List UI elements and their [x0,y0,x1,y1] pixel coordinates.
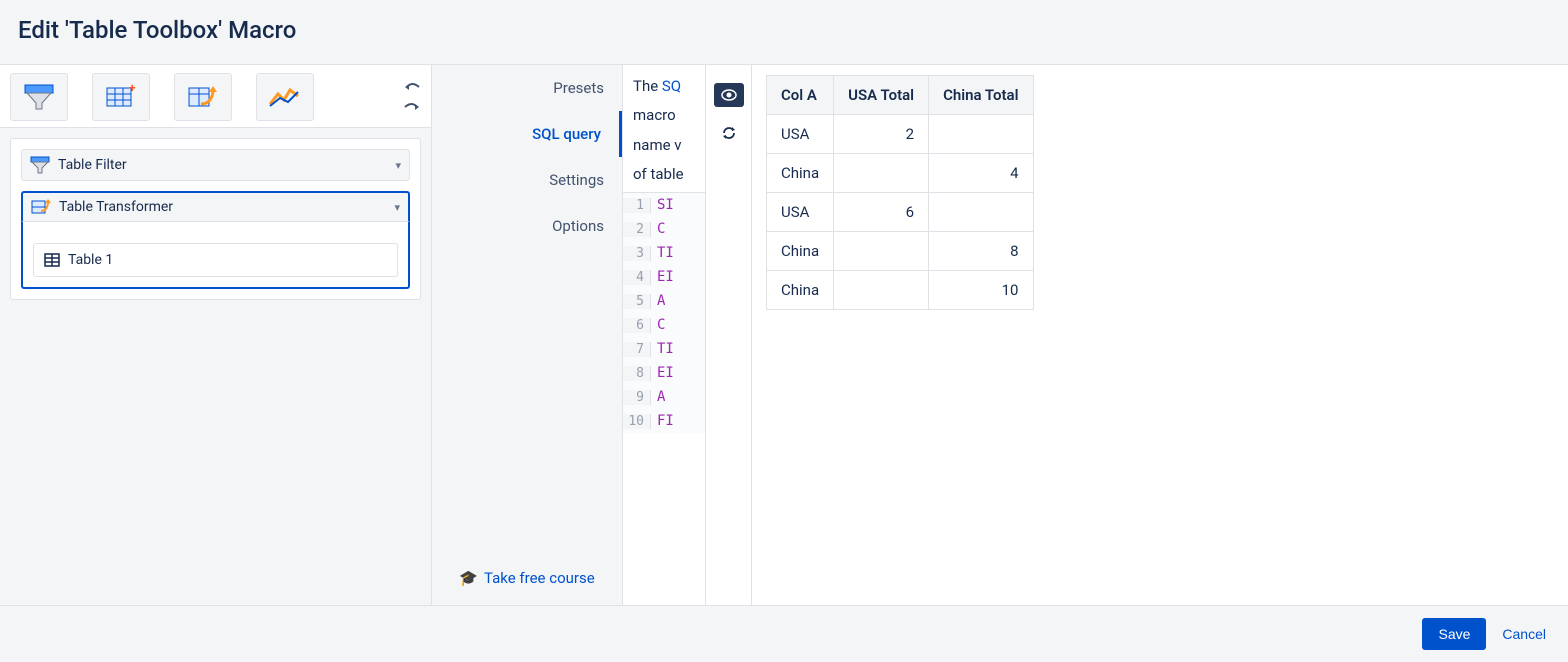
sql-link[interactable]: SQ [662,77,681,95]
page-title: Edit 'Table Toolbox' Macro [18,16,1550,44]
funnel-icon [23,83,55,111]
node-label: Table Filter [58,157,127,173]
editor-description-line: name v [623,134,705,163]
tool-filter-button[interactable] [10,73,68,121]
node-body-transformer: Table 1 [21,221,410,289]
cancel-button[interactable]: Cancel [1502,618,1546,650]
cell: China [767,232,834,271]
main: + [0,65,1568,605]
cell: 4 [929,154,1033,193]
tab-settings[interactable]: Settings [432,157,622,203]
col-header: Col A [767,76,834,115]
macro-tree: Table Filter ▾ Table Transformer ▾ [0,128,431,310]
cell [929,193,1033,232]
svg-text:+: + [129,84,136,95]
left-panel: + [0,65,432,605]
undo-redo-group [403,82,421,112]
tab-sql-query[interactable]: SQL query [432,111,622,157]
table-item-label: Table 1 [68,252,113,268]
cell [834,232,929,271]
cell: USA [767,193,834,232]
tab-presets[interactable]: Presets [432,65,622,111]
redo-icon[interactable] [403,102,421,112]
tool-transform-button[interactable] [174,73,232,121]
table-row: USA 2 [767,115,1034,154]
table-row: China 8 [767,232,1034,271]
preview-table: Col A USA Total China Total USA 2 China … [766,75,1034,310]
refresh-icon [721,125,737,141]
editor-description-line: of table [623,163,705,192]
node-table-transformer[interactable]: Table Transformer ▾ [21,191,410,222]
titlebar: Edit 'Table Toolbox' Macro [0,0,1568,65]
code-editor[interactable]: 1SI 2C 3TI 4EI 5A 6C 7TI 8EI 9A 10FI [623,192,705,433]
col-header: China Total [929,76,1033,115]
cell: 6 [834,193,929,232]
node-label: Table Transformer [59,199,173,215]
tabs-column: Presets SQL query Settings Options 🎓Take… [432,65,622,605]
cell: 2 [834,115,929,154]
cell: 8 [929,232,1033,271]
cell: China [767,271,834,310]
table-item[interactable]: Table 1 [33,243,398,277]
table-row: China 4 [767,154,1034,193]
chevron-down-icon: ▾ [395,159,401,172]
table-small-icon [44,253,60,267]
arrow-table-icon [187,84,219,110]
cell [929,115,1033,154]
tab-options[interactable]: Options [432,203,622,249]
editor-description-line: macro [623,104,705,133]
editor-column: The SQ macro name v of table 1SI 2C 3TI … [622,65,706,605]
cell: USA [767,115,834,154]
tree-card: Table Filter ▾ Table Transformer ▾ [10,138,421,300]
chevron-down-icon: ▾ [394,201,400,214]
graduation-cap-icon: 🎓 [459,569,478,587]
table-row: China 10 [767,271,1034,310]
undo-icon[interactable] [403,82,421,92]
node-table-filter[interactable]: Table Filter ▾ [21,149,410,181]
cell [834,271,929,310]
refresh-button[interactable] [721,125,737,141]
col-header: USA Total [834,76,929,115]
footer: Save Cancel [0,605,1568,662]
transform-small-icon [31,199,51,215]
preview-area: Col A USA Total China Total USA 2 China … [752,65,1568,605]
take-free-course-link[interactable]: 🎓Take free course [432,557,622,605]
preview-controls [706,65,752,605]
tool-chart-button[interactable] [256,73,314,121]
chart-icon [268,84,302,110]
tool-add-table-button[interactable]: + [92,73,150,121]
cell: China [767,154,834,193]
save-button[interactable]: Save [1422,618,1486,650]
editor-description: The SQ [623,75,705,104]
eye-icon [721,89,737,101]
table-row: USA 6 [767,193,1034,232]
toolbar: + [0,65,431,128]
funnel-small-icon [30,156,50,174]
cell: 10 [929,271,1033,310]
grid-plus-icon: + [105,84,137,110]
cell [834,154,929,193]
preview-toggle-button[interactable] [714,83,744,107]
